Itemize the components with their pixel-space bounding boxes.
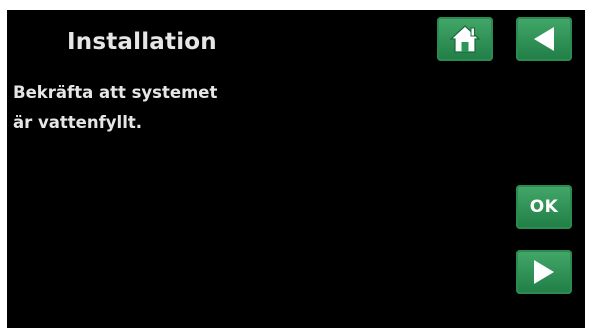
next-button[interactable] (516, 250, 572, 294)
page-title: Installation (67, 29, 217, 55)
ok-button[interactable]: OK (516, 185, 572, 229)
arrow-right-icon (530, 257, 558, 287)
home-button[interactable] (437, 17, 493, 61)
message-line-2: är vattenfyllt. (13, 113, 143, 132)
message-line-1: Bekräfta att systemet (13, 83, 218, 102)
device-frame: Installation Bekräfta att systemet är va… (0, 0, 592, 335)
ok-label: OK (529, 197, 559, 217)
back-button[interactable] (516, 17, 572, 61)
arrow-left-icon (530, 24, 558, 54)
confirmation-message: Bekräfta att systemet är vattenfyllt. (13, 78, 217, 138)
home-icon (448, 23, 482, 55)
display-screen: Installation Bekräfta att systemet är va… (7, 10, 585, 328)
